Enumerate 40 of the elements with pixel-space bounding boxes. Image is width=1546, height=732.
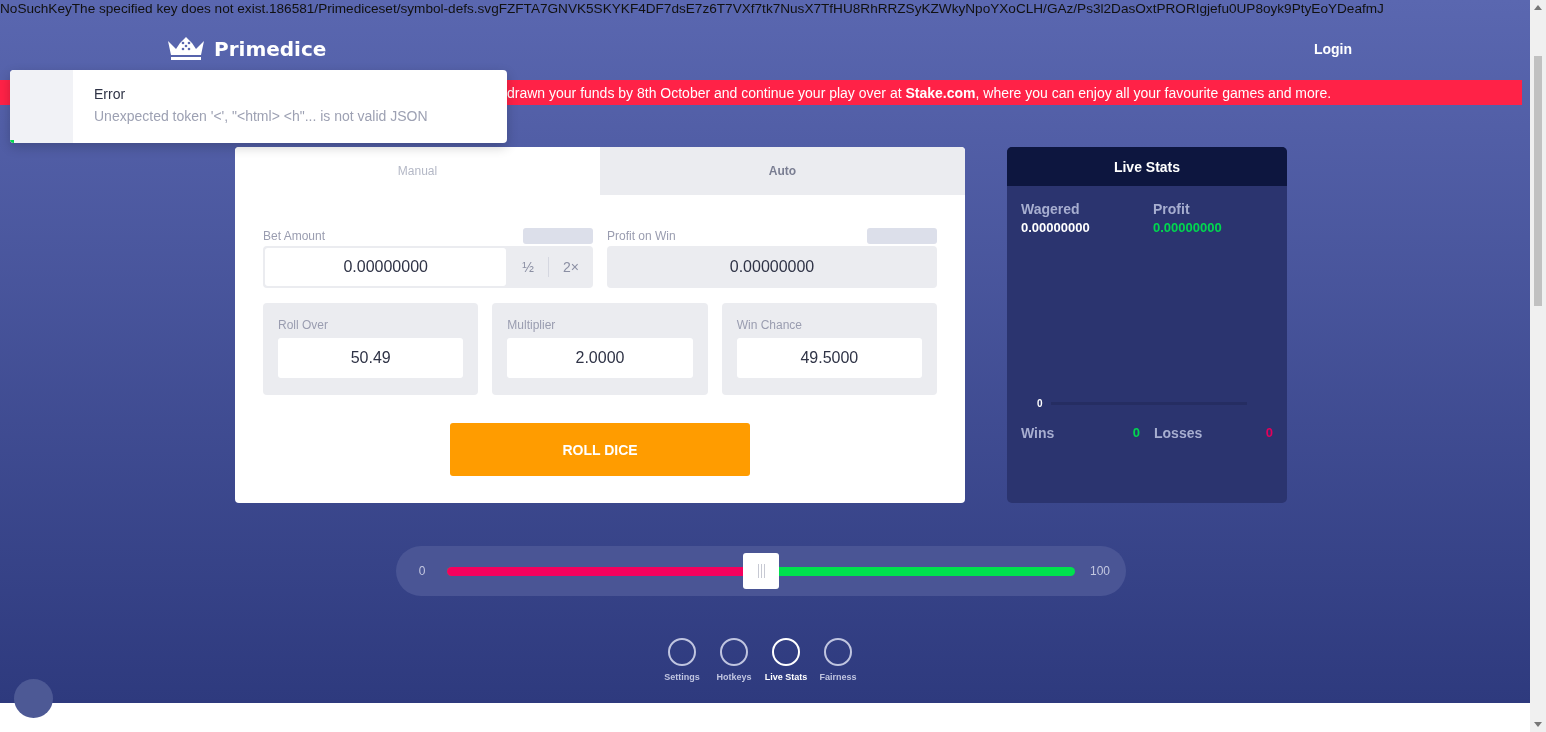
error-message: NoSuchKeyThe specified key does not exist.186581/Primediceset/symbol-defs.svgFZFTA7GNVK5SKYKF4DF7dsE7z6T7VXf7tk7NusX7TfHU8RhRRZSyKZWkyNpoYXoCLH/GAz/Ps3l2DasOxtPRORIgjefu0UP8oyk9PtyEoYDeafmJ <box>0 0 1385 18</box>
brand-name[interactable]: Primedice <box>214 37 327 61</box>
value-field[interactable]: 2.0000 <box>507 338 693 378</box>
stat-value: 0.00000000 <box>1153 220 1223 235</box>
slider-max: 100 <box>1089 564 1111 578</box>
nav-button[interactable]: Hotkeys <box>714 638 754 682</box>
toast-message: Unexpected token '<', "<html> <h"... is not valid JSON <box>94 108 428 124</box>
crown-dice-icon <box>166 37 206 61</box>
value-field[interactable]: 50.49 <box>278 338 464 378</box>
axis-label: 0 <box>1037 398 1043 409</box>
panel-title: Live Stats <box>1007 147 1287 186</box>
login-link[interactable]: Login <box>1313 41 1352 57</box>
stat-label: Wins <box>1021 425 1055 441</box>
scrollbar[interactable] <box>1530 0 1546 732</box>
value-field[interactable]: 49.5000 <box>736 338 922 378</box>
badge-placeholder <box>523 228 593 244</box>
nav-button[interactable]: Settings <box>662 638 702 682</box>
range-slider[interactable] <box>447 553 1075 589</box>
field-label: Multiplier <box>507 318 557 332</box>
field-label: Profit on Win <box>607 229 676 243</box>
field-label: Win Chance <box>736 318 804 332</box>
stat-value: 0 <box>1265 425 1273 441</box>
stat-label: Profit <box>1153 201 1191 217</box>
stat-label: Losses <box>1154 425 1203 441</box>
field-label: Roll Over <box>278 318 329 332</box>
nav-button[interactable]: Fairness <box>818 638 858 682</box>
stat-value: 0 <box>1132 425 1140 441</box>
profit-field: 0.00000000 <box>607 246 937 288</box>
toast-title: Error <box>94 86 127 102</box>
scroll-thumb[interactable] <box>1534 56 1542 306</box>
badge-placeholder <box>867 228 937 244</box>
mode-tab[interactable]: Auto <box>600 147 965 195</box>
notice-text: drawn your funds by 8th October and continue your play over at Stake.com, where you can enjoy all your favourite games and more. <box>507 84 1332 101</box>
stat-value: 0.00000000 <box>1021 220 1091 235</box>
chat-button[interactable] <box>14 679 53 718</box>
stat-label: Wagered <box>1021 201 1081 217</box>
slider-handle[interactable] <box>743 553 779 589</box>
field-label: Bet Amount <box>263 229 326 243</box>
nav-button[interactable]: Live Stats <box>766 638 806 682</box>
slider-min: 0 <box>417 564 427 578</box>
